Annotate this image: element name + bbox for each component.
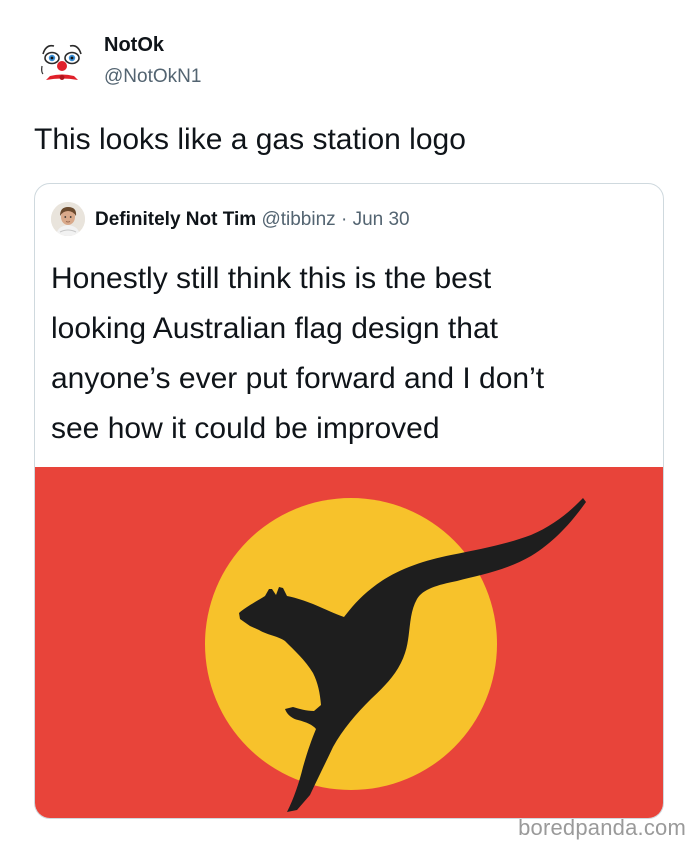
watermark: boredpanda.com xyxy=(518,815,686,840)
tweet: NotOk @NotOkN1 This looks like a gas sta… xyxy=(0,0,700,850)
quoted-author-handle[interactable]: @tibbinz xyxy=(261,209,335,230)
tweet-text: This looks like a gas station logo xyxy=(34,123,466,156)
quoted-text-line: anyone’s ever put forward and I don’t xyxy=(51,362,545,395)
quoted-tweet-text: Honestly still think this is the best lo… xyxy=(51,254,651,454)
quoted-text-line: see how it could be improved xyxy=(51,412,440,445)
quoted-tweet-meta: Definitely Not Tim @tibbinz · Jun 30 xyxy=(95,209,410,231)
author-handle[interactable]: @NotOkN1 xyxy=(104,66,201,88)
meta-separator: · xyxy=(340,209,348,230)
kangaroo-flag-image[interactable] xyxy=(35,467,663,819)
quoted-tweet-date[interactable]: Jun 30 xyxy=(353,209,410,230)
clown-face-icon[interactable] xyxy=(34,32,90,88)
quoted-tweet-header: Definitely Not Tim @tibbinz · Jun 30 xyxy=(51,200,651,240)
quoted-tweet-card[interactable]: Definitely Not Tim @tibbinz · Jun 30 Hon… xyxy=(34,183,664,819)
quoted-author-name[interactable]: Definitely Not Tim xyxy=(95,209,256,230)
quoted-text-line: looking Australian flag design that xyxy=(51,312,498,345)
profile-photo-icon[interactable] xyxy=(51,202,85,236)
author-name[interactable]: NotOk xyxy=(104,34,164,57)
quoted-text-line: Honestly still think this is the best xyxy=(51,262,492,295)
